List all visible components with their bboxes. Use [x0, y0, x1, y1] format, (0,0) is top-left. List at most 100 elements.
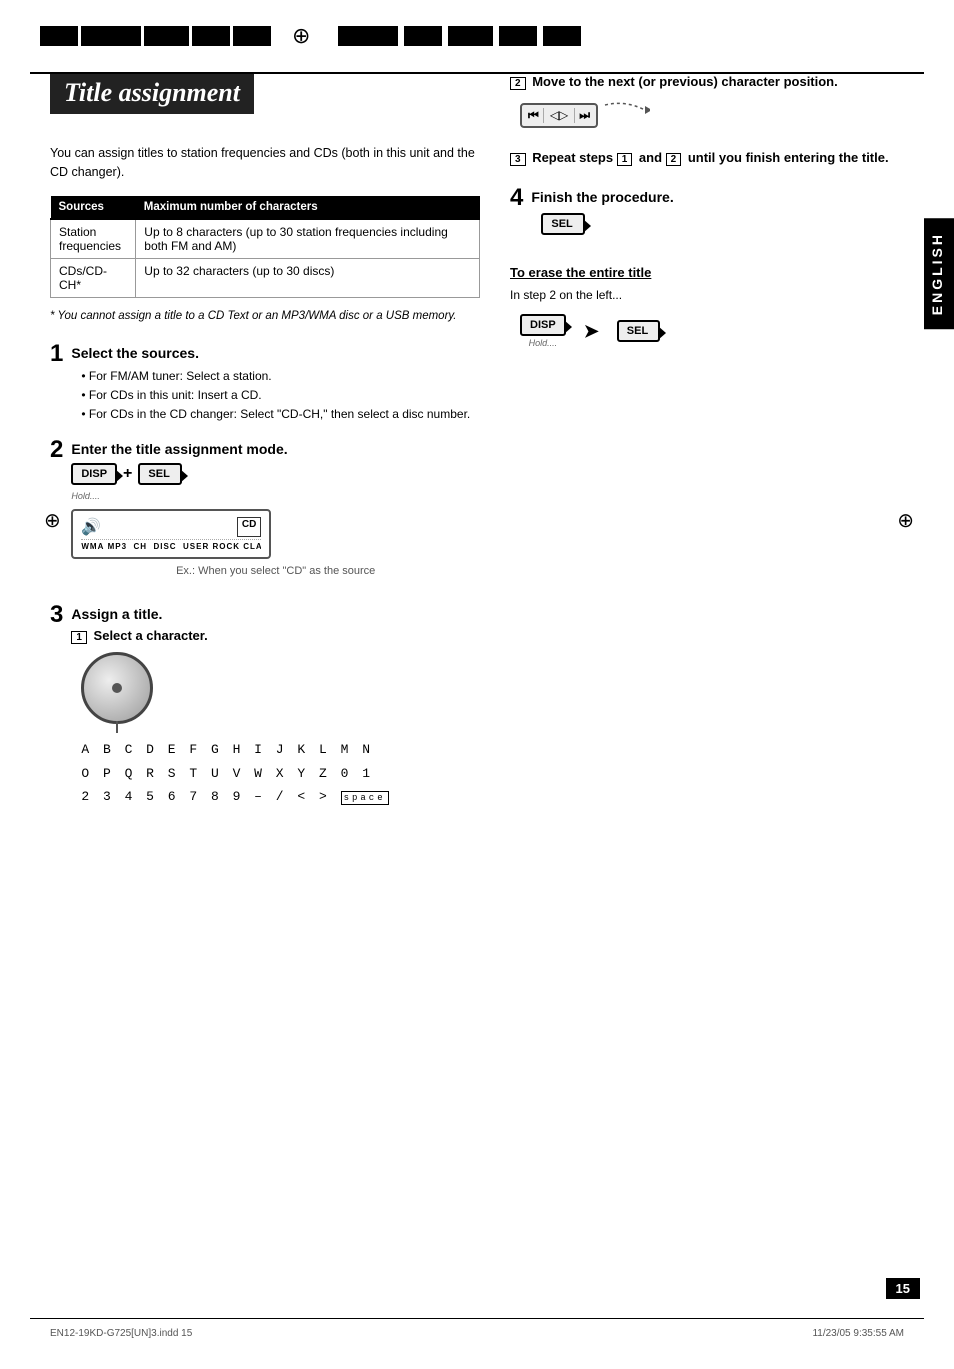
bullet-1: For FM/AM tuner: Select a station. [81, 367, 480, 386]
table-cell-chars-1: Up to 8 characters (up to 30 station fre… [136, 219, 480, 259]
char-row-2: O P Q R S T U V W X Y Z 0 1 [81, 762, 480, 785]
cd-display-bar: WMA MP3 CH DISC USER ROCK CLASSIC POPS H… [81, 542, 261, 551]
disp-button[interactable]: DISP [71, 463, 117, 485]
step-3-sub: 1 Select a character. [71, 628, 480, 644]
erase-disp-button[interactable]: DISP [520, 314, 566, 336]
top-bar-left [40, 26, 274, 46]
rotary-knob [81, 652, 153, 724]
page-container: ⊕ ENGLISH Title assignment You can assig… [0, 18, 954, 1369]
crosshair-icon: ⊕ [292, 23, 310, 49]
black-square-5 [233, 26, 271, 46]
black-square-4 [192, 26, 230, 46]
top-bar-right [338, 26, 584, 46]
intro-text: You can assign titles to station frequen… [50, 144, 480, 182]
knob-illustration [81, 652, 480, 724]
sel-button-area: SEL [531, 213, 673, 235]
table-header-sources: Sources [51, 196, 136, 219]
top-bar: ⊕ [0, 18, 954, 54]
right-step-2-box: 2 [510, 77, 526, 90]
separator-icon: ◁▷ [548, 108, 570, 123]
sources-table: Sources Maximum number of characters Sta… [50, 196, 480, 298]
step-1: 1 Select the sources. For FM/AM tuner: S… [50, 342, 480, 425]
step-2: 2 Enter the title assignment mode. DISP … [50, 438, 480, 589]
table-row: Stationfrequencies Up to 8 characters (u… [51, 219, 480, 259]
table-header-max-chars: Maximum number of characters [136, 196, 480, 219]
step-3: 3 Assign a title. 1 Select a character. [50, 603, 480, 808]
erase-buttons-row: DISP Hold.... ➤ SEL [510, 314, 904, 348]
right-step-3-title: 3 Repeat steps 1 and 2 until you finish … [510, 150, 904, 166]
char-grid: A B C D E F G H I J K L M N O P Q R S T … [81, 738, 480, 808]
right-step-3-box: 3 [510, 153, 526, 166]
right-step-4: 4 Finish the procedure. SEL [510, 186, 904, 235]
right-step-3: 3 Repeat steps 1 and 2 until you finish … [510, 150, 904, 166]
erase-section: To erase the entire title In step 2 on t… [510, 265, 904, 348]
footer-line [30, 1318, 924, 1319]
cd-display-dotted [81, 539, 261, 540]
nav-prev-next-group: ⏮ ◁▷ ⏭ [520, 103, 598, 128]
crosshair-left: ⊕ [44, 508, 61, 533]
cd-display-label: CD [237, 517, 261, 537]
sel-button-wrap: SEL [138, 463, 181, 485]
step-3-number: 3 [50, 603, 63, 627]
cd-display-top: 🔊 CD [81, 517, 261, 537]
cd-display-disc-icon: 🔊 [81, 517, 101, 537]
main-content: Title assignment You can assign titles t… [0, 54, 954, 842]
erase-sel-button[interactable]: SEL [617, 320, 660, 342]
erase-disp-wrap: DISP Hold.... [520, 314, 566, 348]
knob-stem [116, 721, 118, 733]
crosshair-center: ⊕ [292, 23, 310, 49]
char-row-1: A B C D E F G H I J K L M N [81, 738, 480, 761]
step-2-body: Enter the title assignment mode. DISP + … [71, 438, 480, 589]
step-1-number: 1 [50, 342, 63, 366]
top-line [30, 72, 924, 74]
step-ref-1: 1 [617, 153, 633, 166]
right-step-4-title: Finish the procedure. [531, 186, 673, 205]
step-3-body: Assign a title. 1 Select a character. [71, 603, 480, 808]
step-ref-2: 2 [666, 153, 682, 166]
step-2-buttons: DISP + SEL [71, 463, 480, 485]
bullet-2: For CDs in this unit: Insert a CD. [81, 386, 480, 405]
step-1-body: Select the sources. For FM/AM tuner: Sel… [71, 342, 480, 425]
ex-caption: Ex.: When you select "CD" as the source [71, 565, 480, 577]
page-number-badge: 15 [886, 1278, 920, 1299]
disp-button-wrap: DISP [71, 463, 117, 485]
curved-arrow-svg [600, 100, 650, 130]
substep-number-box: 1 [71, 631, 87, 644]
hold-label: Hold.... [71, 491, 480, 501]
table-cell-source-2: CDs/CD-CH* [51, 258, 136, 297]
finish-sel-button[interactable]: SEL [541, 213, 584, 235]
curved-arrow [600, 100, 650, 130]
table-cell-chars-2: Up to 32 characters (up to 30 discs) [136, 258, 480, 297]
footnote: * You cannot assign a title to a CD Text… [50, 308, 480, 324]
step-1-bullets: For FM/AM tuner: Select a station. For C… [71, 367, 480, 425]
erase-sel-wrap: SEL [617, 320, 660, 342]
prev-icon: ⏮ [528, 108, 544, 123]
date-info: 11/23/05 9:35:55 AM [812, 1328, 904, 1339]
table-cell-source-1: Stationfrequencies [51, 219, 136, 259]
knob-center-dot [112, 683, 122, 693]
table-row: CDs/CD-CH* Up to 32 characters (up to 30… [51, 258, 480, 297]
step-2-title: Enter the title assignment mode. [71, 438, 480, 457]
erase-subtitle: In step 2 on the left... [510, 288, 904, 302]
english-sidebar: ENGLISH [924, 218, 954, 329]
erase-arrow-icon: ➤ [584, 321, 599, 342]
right-column: ⊕ 2 Move to the next (or previous) chara… [510, 64, 904, 822]
black-square-8 [448, 26, 493, 46]
black-square-9 [499, 26, 537, 46]
right-step-2-title: 2 Move to the next (or previous) charact… [510, 74, 904, 90]
right-step-4-number: 4 [510, 186, 523, 210]
left-column: Title assignment You can assign titles t… [50, 64, 480, 822]
erase-title: To erase the entire title [510, 265, 904, 280]
footer-bar: EN12-19KD-G725[UN]3.indd 15 11/23/05 9:3… [0, 1328, 954, 1339]
bullet-3: For CDs in the CD changer: Select "CD-CH… [81, 405, 480, 424]
black-square-10 [543, 26, 581, 46]
black-square-3 [144, 26, 189, 46]
right-step-4-body: Finish the procedure. SEL [531, 186, 673, 235]
next-icon: ⏭ [574, 108, 590, 123]
file-info: EN12-19KD-G725[UN]3.indd 15 [50, 1328, 192, 1339]
sel-button[interactable]: SEL [138, 463, 181, 485]
nav-buttons-group: ⏮ ◁▷ ⏭ [510, 100, 904, 130]
section-title: Title assignment [50, 72, 254, 114]
crosshair-right: ⊕ [897, 508, 914, 533]
black-square-7 [404, 26, 442, 46]
